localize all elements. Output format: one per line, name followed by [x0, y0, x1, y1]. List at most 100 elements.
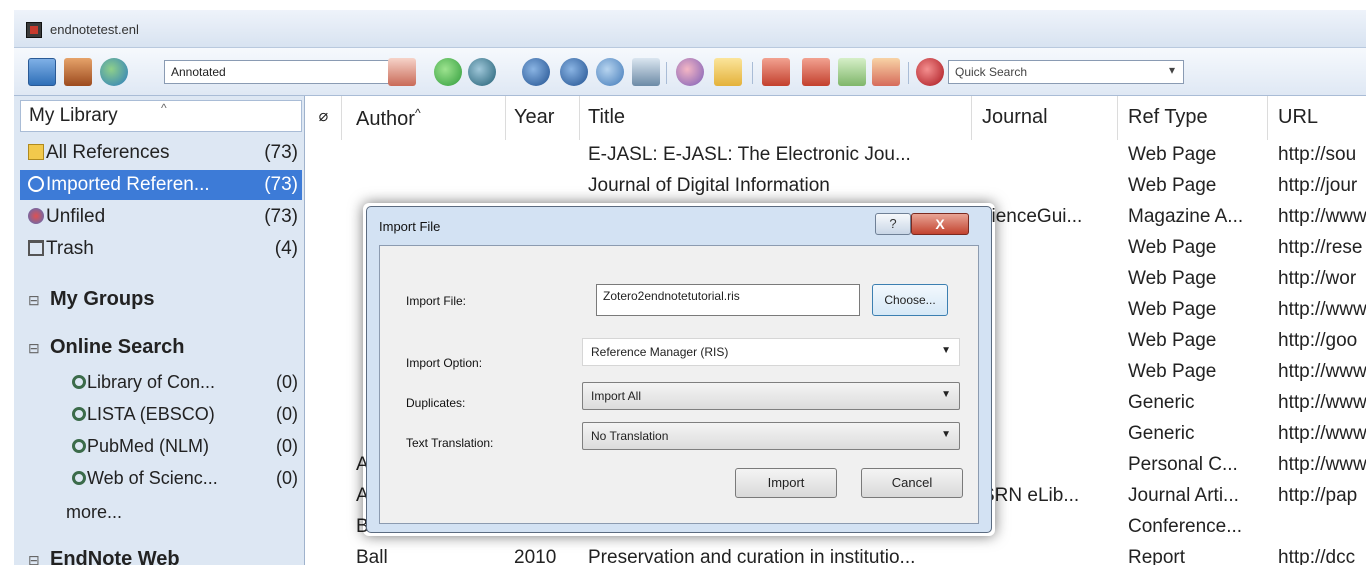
online-item-pubmed[interactable]: PubMed (NLM) (0) — [68, 432, 302, 462]
cell-ref-type: Generic — [1128, 392, 1195, 413]
local-library-mode-icon[interactable] — [28, 58, 56, 86]
cell-title: Journal of Digital Information — [588, 175, 830, 196]
help-icon[interactable] — [916, 58, 944, 86]
cell-url: http://www — [1278, 206, 1366, 227]
library-header[interactable]: My Library ^ — [20, 100, 302, 132]
endnote-web-heading[interactable]: ⊟ EndNote Web — [28, 548, 180, 565]
duplicates-select[interactable]: Import All ▼ — [582, 382, 960, 410]
title-column-header[interactable]: Title — [580, 96, 972, 140]
group-trash[interactable]: Trash (4) — [20, 234, 302, 264]
groups-pane: My Library ^ All References (73) Importe… — [14, 96, 305, 565]
unfiled-icon — [28, 208, 44, 224]
table-row[interactable]: E-JASL: E-JASL: The Electronic Jou... Web… — [306, 141, 1366, 172]
table-row[interactable]: Journal of Digital Information Web Page ht… — [306, 172, 1366, 203]
online-item-lista[interactable]: LISTA (EBSCO) (0) — [68, 400, 302, 430]
my-groups-heading[interactable]: ⊟ My Groups — [28, 288, 154, 311]
group-all-references[interactable]: All References (73) — [20, 138, 302, 168]
author-header-label: Author — [356, 108, 415, 130]
import-option-label: Import Option: — [406, 356, 483, 370]
insert-citation-icon[interactable] — [762, 58, 790, 86]
import-button[interactable]: Import — [735, 468, 837, 498]
group-count: (73) — [264, 206, 298, 227]
cell-ref-type: Web Page — [1128, 175, 1217, 196]
edit-style-icon[interactable] — [388, 58, 416, 86]
list-icon[interactable] — [838, 58, 866, 86]
open-link-icon[interactable] — [632, 58, 660, 86]
window-title: endnotetest.enl — [50, 22, 139, 37]
cell-ref-type: Web Page — [1128, 237, 1217, 258]
online-more-link[interactable]: more... — [62, 498, 296, 528]
export-icon[interactable] — [560, 58, 588, 86]
attachment-column-header[interactable]: ⌀ — [306, 96, 342, 140]
online-search-icon[interactable] — [468, 58, 496, 86]
cell-url: http://pap — [1278, 485, 1358, 506]
output-style-select[interactable]: Annotated ▾ — [164, 60, 410, 84]
cell-ref-type: Personal C... — [1128, 454, 1238, 475]
cell-year: 2010 — [514, 547, 557, 565]
reftype-column-header[interactable]: Ref Type — [1118, 96, 1268, 140]
globe-icon[interactable] — [100, 58, 128, 86]
online-item-label: Library of Con... — [87, 372, 216, 392]
format-bibliography-icon[interactable] — [802, 58, 830, 86]
cancel-button[interactable]: Cancel — [861, 468, 963, 498]
choose-file-button[interactable]: Choose... — [872, 284, 948, 316]
group-imported-references[interactable]: Imported Referen... (73) — [20, 170, 302, 200]
import-option-select[interactable]: Reference Manager (RIS) ▼ — [582, 338, 960, 366]
manuscript-icon[interactable] — [872, 58, 900, 86]
url-column-header[interactable]: URL — [1268, 96, 1366, 140]
cell-ref-type: Magazine A... — [1128, 206, 1244, 227]
more-label: more... — [66, 502, 123, 522]
chevron-down-icon[interactable]: ▾ — [1169, 63, 1175, 77]
cell-journal: SRN eLib... — [982, 485, 1080, 506]
online-search-icon — [72, 439, 86, 453]
main-toolbar: Annotated ▾ Quick Search ▾ — [14, 48, 1366, 96]
find-full-text-icon[interactable] — [596, 58, 624, 86]
cell-url: http://dcc — [1278, 547, 1356, 565]
cell-ref-type: Report — [1128, 547, 1186, 565]
text-translation-label: Text Translation: — [406, 436, 494, 450]
online-search-label: Online Search — [50, 336, 185, 358]
online-item-label: LISTA (EBSCO) — [87, 404, 215, 424]
online-search-heading[interactable]: ⊟ Online Search — [28, 336, 185, 359]
cell-title: E-JASL: E-JASL: The Electronic Jou... — [588, 144, 911, 165]
cell-ref-type: Web Page — [1128, 330, 1217, 351]
table-row[interactable]: Ball 2010 Preservation and curation in ins… — [306, 544, 1366, 565]
collapse-icon[interactable]: ⊟ — [28, 292, 40, 309]
folder-icon[interactable] — [714, 58, 742, 86]
text-translation-select[interactable]: No Translation ▼ — [582, 422, 960, 450]
trash-icon — [28, 240, 44, 256]
import-file-dialog: Import File ? X Import File: Zotero2endn… — [366, 206, 992, 533]
author-column-header[interactable]: Author^ — [342, 96, 506, 140]
library-header-label: My Library — [29, 105, 118, 126]
duplicates-value: Import All — [591, 389, 642, 403]
all-references-icon — [28, 144, 44, 160]
text-translation-value: No Translation — [591, 429, 669, 443]
endnote-web-label: EndNote Web — [50, 548, 180, 565]
window-titlebar: endnotetest.enl — [14, 10, 1366, 48]
import-option-value: Reference Manager (RIS) — [591, 345, 729, 359]
group-count: (4) — [274, 238, 298, 259]
collapse-icon[interactable]: ⊟ — [28, 552, 40, 565]
cell-url: http://wor — [1278, 268, 1357, 289]
reftype-header-label: Ref Type — [1128, 106, 1208, 128]
cell-ref-type: Generic — [1128, 423, 1195, 444]
group-unfiled[interactable]: Unfiled (73) — [20, 202, 302, 232]
quick-search-input[interactable]: Quick Search ▾ — [948, 60, 1184, 84]
title-header-label: Title — [588, 106, 626, 128]
online-item-library-of-congress[interactable]: Library of Con... (0) — [68, 368, 302, 398]
online-item-web-of-science[interactable]: Web of Scienc... (0) — [68, 464, 302, 494]
import-file-field[interactable]: Zotero2endnotetutorial.ris — [596, 284, 860, 316]
group-icon[interactable] — [676, 58, 704, 86]
chevron-down-icon: ▼ — [941, 345, 951, 356]
collapse-icon[interactable]: ⊟ — [28, 340, 40, 357]
books-icon[interactable] — [64, 58, 92, 86]
close-button[interactable]: X — [911, 213, 969, 235]
import-icon[interactable] — [522, 58, 550, 86]
year-column-header[interactable]: Year — [506, 96, 580, 140]
cell-url: http://rese — [1278, 237, 1363, 258]
help-button[interactable]: ? — [875, 213, 911, 235]
new-reference-icon[interactable] — [434, 58, 462, 86]
cell-ref-type: Web Page — [1128, 299, 1217, 320]
toolbar-separator — [908, 62, 909, 84]
journal-column-header[interactable]: Journal — [972, 96, 1118, 140]
